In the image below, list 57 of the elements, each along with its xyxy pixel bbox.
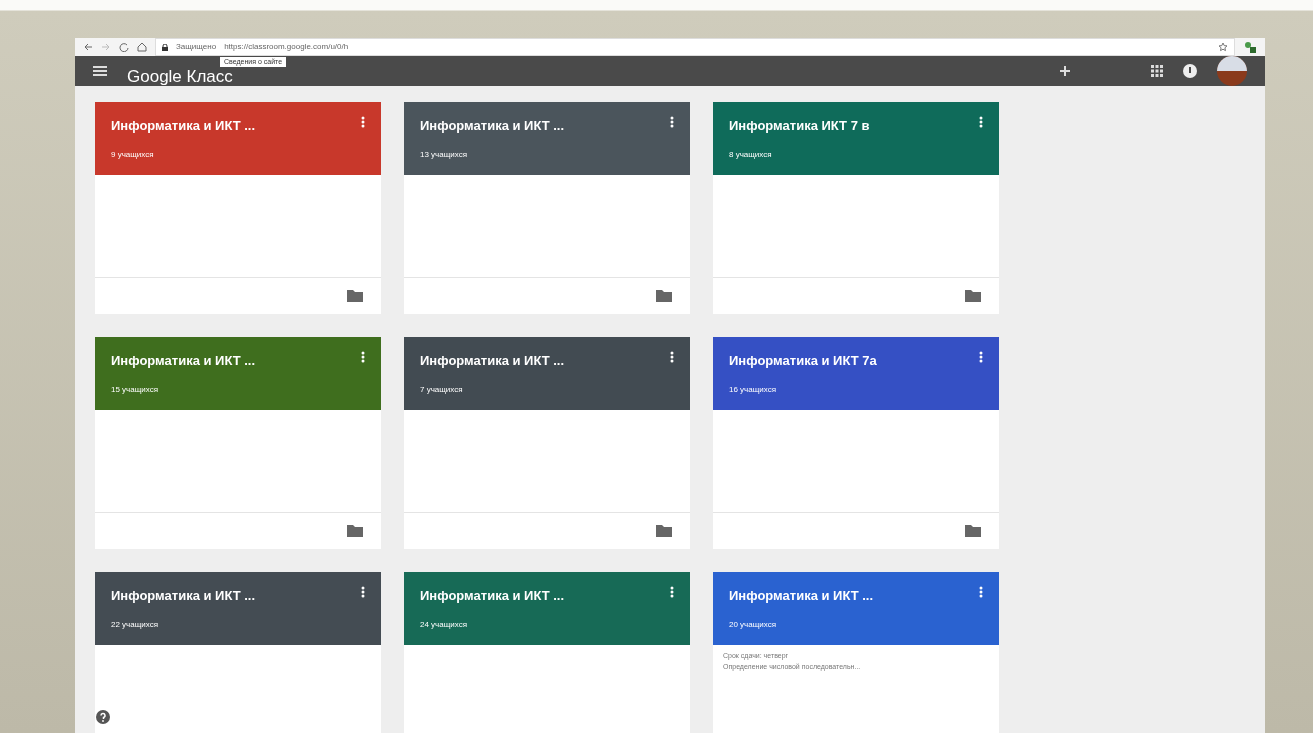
extension-icon[interactable] <box>1243 40 1257 54</box>
url-text: https://classroom.google.com/u/0/h <box>224 41 349 53</box>
star-icon[interactable] <box>1218 42 1228 52</box>
class-title[interactable]: Информатика и ИКТ ... <box>111 351 256 371</box>
class-title[interactable]: Информатика и ИКТ ... <box>729 586 874 606</box>
folder-icon[interactable] <box>656 525 672 537</box>
class-card[interactable]: Информатика и ИКТ ... 13 учащихся <box>404 102 690 314</box>
more-options-icon[interactable] <box>670 586 674 598</box>
app-title: Google Класс <box>127 67 233 85</box>
class-card[interactable]: Информатика и ИКТ ... 9 учащихся <box>95 102 381 314</box>
student-count: 20 учащихся <box>729 619 778 631</box>
class-title[interactable]: Информатика и ИКТ ... <box>420 586 565 606</box>
folder-icon[interactable] <box>656 290 672 302</box>
add-icon[interactable] <box>1059 65 1071 77</box>
student-count: 24 учащихся <box>420 619 469 631</box>
security-label: Защищено <box>176 41 217 53</box>
more-options-icon[interactable] <box>979 351 983 363</box>
folder-icon[interactable] <box>347 525 363 537</box>
student-count: 13 учащихся <box>420 149 469 161</box>
avatar-icon[interactable] <box>1217 56 1247 86</box>
back-icon[interactable] <box>83 42 93 52</box>
class-card[interactable]: Информатика и ИКТ ... 7 учащихся <box>404 337 690 549</box>
class-card[interactable]: Информатика и ИКТ ... 22 учащихся <box>95 572 381 733</box>
student-count: 7 учащихся <box>420 384 464 396</box>
class-title[interactable]: Информатика и ИКТ ... <box>420 116 565 136</box>
folder-icon[interactable] <box>965 290 981 302</box>
class-title[interactable]: Информатика ИКТ 7 в <box>729 116 870 136</box>
class-card[interactable]: Информатика и ИКТ ... 15 учащихся <box>95 337 381 549</box>
menu-icon[interactable] <box>93 66 107 76</box>
more-options-icon[interactable] <box>979 116 983 128</box>
class-title[interactable]: Информатика и ИКТ 7а <box>729 351 877 371</box>
student-count: 8 учащихся <box>729 149 773 161</box>
reload-icon[interactable] <box>119 42 129 52</box>
folder-icon[interactable] <box>347 290 363 302</box>
more-options-icon[interactable] <box>670 351 674 363</box>
home-icon[interactable] <box>137 42 147 52</box>
class-title[interactable]: Информатика и ИКТ ... <box>420 351 565 371</box>
help-icon[interactable] <box>96 710 110 724</box>
address-field[interactable]: Защищено https://classroom.google.com/u/0/h <box>155 38 1235 56</box>
apps-grid-icon[interactable] <box>1151 65 1163 77</box>
class-card[interactable]: Информатика ИКТ 7 в 8 учащихся <box>713 102 999 314</box>
more-options-icon[interactable] <box>361 351 365 363</box>
more-options-icon[interactable] <box>361 116 365 128</box>
class-card[interactable]: Информатика и ИКТ 7а 16 учащихся <box>713 337 999 549</box>
more-options-icon[interactable] <box>670 116 674 128</box>
more-options-icon[interactable] <box>979 586 983 598</box>
more-options-icon[interactable] <box>361 586 365 598</box>
folder-icon[interactable] <box>965 525 981 537</box>
notification-icon[interactable] <box>1183 64 1197 78</box>
student-count: 15 учащихся <box>111 384 160 396</box>
class-title[interactable]: Информатика и ИКТ ... <box>111 116 256 136</box>
student-count: 9 учащихся <box>111 149 155 161</box>
student-count: 16 учащихся <box>729 384 778 396</box>
class-card[interactable]: Информатика и ИКТ ... 24 учащихся <box>404 572 690 733</box>
student-count: 22 учащихся <box>111 619 160 631</box>
class-title[interactable]: Информатика и ИКТ ... <box>111 586 256 606</box>
lock-icon <box>162 43 168 51</box>
